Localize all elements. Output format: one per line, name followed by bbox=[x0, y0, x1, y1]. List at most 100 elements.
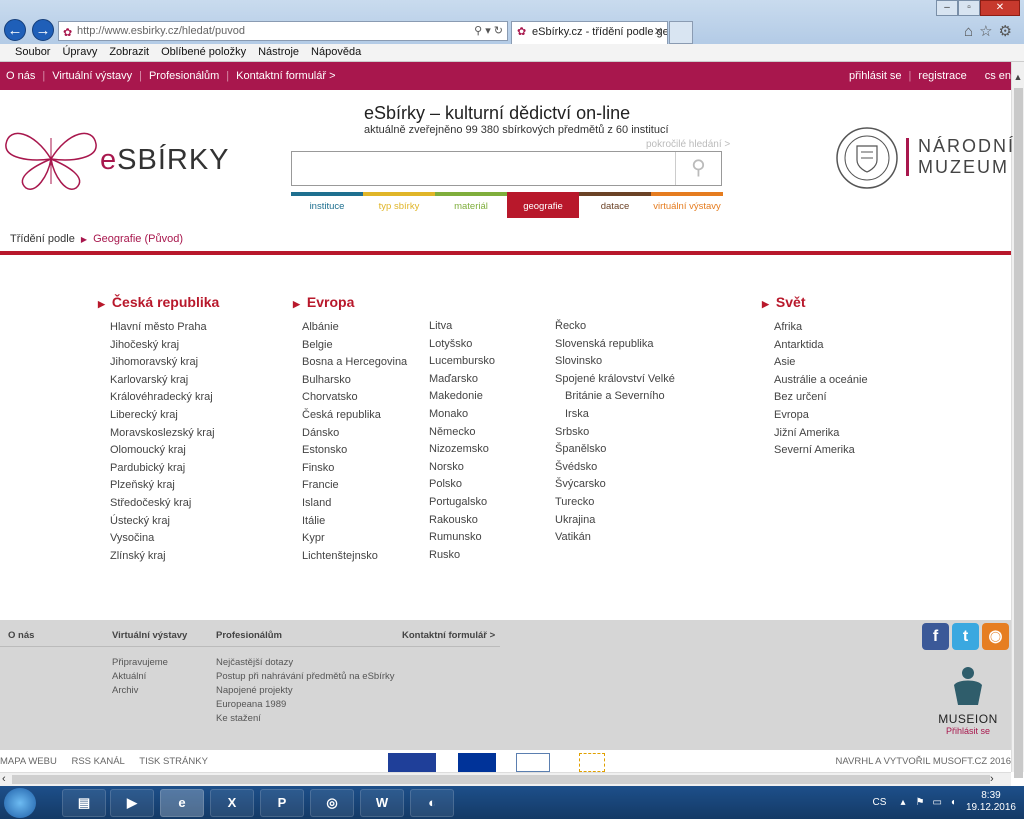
country-link[interactable]: Nizozemsko bbox=[429, 441, 495, 459]
network-icon[interactable]: ▭ bbox=[932, 797, 941, 808]
country-link[interactable]: Dánsko bbox=[302, 425, 407, 443]
advanced-search-link[interactable]: pokročilé hledání > bbox=[646, 139, 730, 150]
country-link[interactable]: Francie bbox=[302, 477, 407, 495]
country-link[interactable]: Švýcarsko bbox=[555, 476, 675, 494]
region-link[interactable]: Jihomoravský kraj bbox=[110, 354, 219, 372]
museion-block[interactable]: MUSEION Přihlásit se bbox=[928, 665, 1008, 736]
country-link[interactable]: Vatikán bbox=[555, 529, 675, 547]
country-link[interactable]: Polsko bbox=[429, 476, 495, 494]
continent-link[interactable]: Afrika bbox=[774, 319, 868, 337]
powerpoint-icon[interactable]: P bbox=[260, 789, 304, 817]
volume-icon[interactable]: ◖ bbox=[950, 797, 956, 808]
continent-link[interactable]: Austrálie a oceánie bbox=[774, 372, 868, 390]
footer-link[interactable]: Postup při nahrávání předmětů na eSbírky bbox=[216, 670, 395, 684]
firefox-icon[interactable]: ◐ bbox=[410, 789, 454, 817]
country-link[interactable]: Lichtenštejnsko bbox=[302, 548, 407, 566]
region-link[interactable]: Moravskoslezský kraj bbox=[110, 425, 219, 443]
menu-oblibene[interactable]: Oblíbené položky bbox=[161, 44, 246, 61]
region-link[interactable]: Plzeňský kraj bbox=[110, 477, 219, 495]
country-link[interactable]: Česká republika bbox=[302, 407, 407, 425]
country-link[interactable]: Island bbox=[302, 495, 407, 513]
region-heading-czech[interactable]: ▶ Česká republika bbox=[98, 294, 219, 310]
search-button[interactable]: ⚲ bbox=[675, 152, 721, 185]
country-link[interactable]: Kypr bbox=[302, 530, 407, 548]
country-link[interactable]: Makedonie bbox=[429, 388, 495, 406]
menu-upravy[interactable]: Úpravy bbox=[62, 44, 97, 61]
search-icon[interactable]: ⚲ bbox=[474, 25, 482, 37]
facebook-icon[interactable]: f bbox=[922, 623, 949, 650]
continent-link[interactable]: Bez určení bbox=[774, 389, 868, 407]
browser-tab[interactable]: ✿ eSbírky.cz - třídění podle ge... ✕ bbox=[511, 21, 668, 44]
new-tab-button[interactable] bbox=[669, 21, 693, 44]
country-link[interactable]: Albánie bbox=[302, 319, 407, 337]
region-link[interactable]: Olomoucký kraj bbox=[110, 442, 219, 460]
region-link[interactable]: Karlovarský kraj bbox=[110, 372, 219, 390]
country-link[interactable]: Estonsko bbox=[302, 442, 407, 460]
media-player-icon[interactable]: ▶ bbox=[110, 789, 154, 817]
close-window-button[interactable]: ✕ bbox=[980, 0, 1020, 16]
search-input[interactable]: ⚲ bbox=[291, 151, 722, 186]
footer-link[interactable]: Připravujeme bbox=[112, 656, 187, 670]
continent-link[interactable]: Severní Amerika bbox=[774, 442, 868, 460]
gear-icon[interactable]: ⚙ bbox=[999, 23, 1018, 40]
country-link[interactable]: Chorvatsko bbox=[302, 389, 407, 407]
esbirky-logo-text[interactable]: eSBÍRKY bbox=[100, 144, 230, 177]
twitter-icon[interactable]: t bbox=[952, 623, 979, 650]
home-icon[interactable]: ⌂ bbox=[964, 23, 979, 40]
country-link[interactable]: Británie a Severního bbox=[555, 388, 675, 406]
country-link[interactable]: Lucembursko bbox=[429, 353, 495, 371]
flag-icon[interactable]: ⚑ bbox=[915, 797, 924, 808]
country-link[interactable]: Švédsko bbox=[555, 459, 675, 477]
country-link[interactable]: Spojené království Velké bbox=[555, 371, 675, 389]
footer-exhibitions-heading[interactable]: Virtuální výstavy bbox=[112, 630, 187, 641]
internet-explorer-icon[interactable]: e bbox=[160, 789, 204, 817]
region-heading-world[interactable]: ▶ Svět bbox=[762, 294, 868, 310]
country-link[interactable]: Litva bbox=[429, 318, 495, 336]
region-link[interactable]: Liberecký kraj bbox=[110, 407, 219, 425]
country-link[interactable]: Turecko bbox=[555, 494, 675, 512]
museion-login-link[interactable]: Přihlásit se bbox=[928, 726, 1008, 736]
tab-datace[interactable]: datace bbox=[579, 192, 651, 218]
tab-instituce[interactable]: instituce bbox=[291, 192, 363, 218]
start-button[interactable] bbox=[4, 788, 36, 818]
print-link[interactable]: TISK STRÁNKY bbox=[139, 756, 208, 767]
word-icon[interactable]: W bbox=[360, 789, 404, 817]
butterfly-logo-icon[interactable] bbox=[4, 126, 98, 195]
region-link[interactable]: Hlavní město Praha bbox=[110, 319, 219, 337]
country-link[interactable]: Monako bbox=[429, 406, 495, 424]
country-link[interactable]: Rumunsko bbox=[429, 529, 495, 547]
country-link[interactable]: Bulharsko bbox=[302, 372, 407, 390]
register-link[interactable]: registrace bbox=[918, 62, 966, 90]
country-link[interactable]: Ukrajina bbox=[555, 512, 675, 530]
rss-link[interactable]: RSS KANÁL bbox=[71, 756, 124, 767]
address-controls[interactable]: ⚲ ▾ ↻ bbox=[474, 22, 503, 40]
favorites-star-icon[interactable]: ☆ bbox=[979, 23, 998, 40]
region-link[interactable]: Středočeský kraj bbox=[110, 495, 219, 513]
scroll-right-arrow[interactable]: › bbox=[990, 773, 994, 785]
login-link[interactable]: přihlásit se bbox=[849, 62, 902, 90]
scroll-left-arrow[interactable]: ‹ bbox=[2, 773, 6, 785]
footer-contact-link[interactable]: Kontaktní formulář > bbox=[402, 630, 495, 641]
country-link[interactable]: Maďarsko bbox=[429, 371, 495, 389]
refresh-icon[interactable]: ↻ bbox=[494, 25, 503, 37]
region-link[interactable]: Královéhradecký kraj bbox=[110, 389, 219, 407]
language-switch[interactable]: cs en bbox=[985, 62, 1011, 90]
country-link[interactable]: Německo bbox=[429, 424, 495, 442]
country-link[interactable]: Norsko bbox=[429, 459, 495, 477]
footer-link[interactable]: Napojené projekty bbox=[216, 684, 395, 698]
footer-link[interactable]: Archiv bbox=[112, 684, 187, 698]
close-tab-icon[interactable]: ✕ bbox=[654, 22, 663, 43]
country-link[interactable]: Rusko bbox=[429, 547, 495, 565]
museum-name[interactable]: NÁRODNÍ MUZEUM bbox=[918, 136, 1015, 178]
continent-link[interactable]: Antarktida bbox=[774, 337, 868, 355]
footer-link[interactable]: Europeana 1989 bbox=[216, 698, 395, 712]
country-link[interactable]: Belgie bbox=[302, 337, 407, 355]
menu-napoveda[interactable]: Nápověda bbox=[311, 44, 361, 61]
country-link[interactable]: Srbsko bbox=[555, 424, 675, 442]
credit-text[interactable]: NAVRHL A VYTVOŘIL MUSOFT.CZ 2016 bbox=[836, 756, 1011, 767]
region-link[interactable]: Vysočina bbox=[110, 530, 219, 548]
menu-zobrazit[interactable]: Zobrazit bbox=[109, 44, 149, 61]
footer-link[interactable]: Ke stažení bbox=[216, 712, 395, 726]
footer-about-link[interactable]: O nás bbox=[8, 630, 34, 641]
country-link[interactable]: Slovenská republika bbox=[555, 336, 675, 354]
